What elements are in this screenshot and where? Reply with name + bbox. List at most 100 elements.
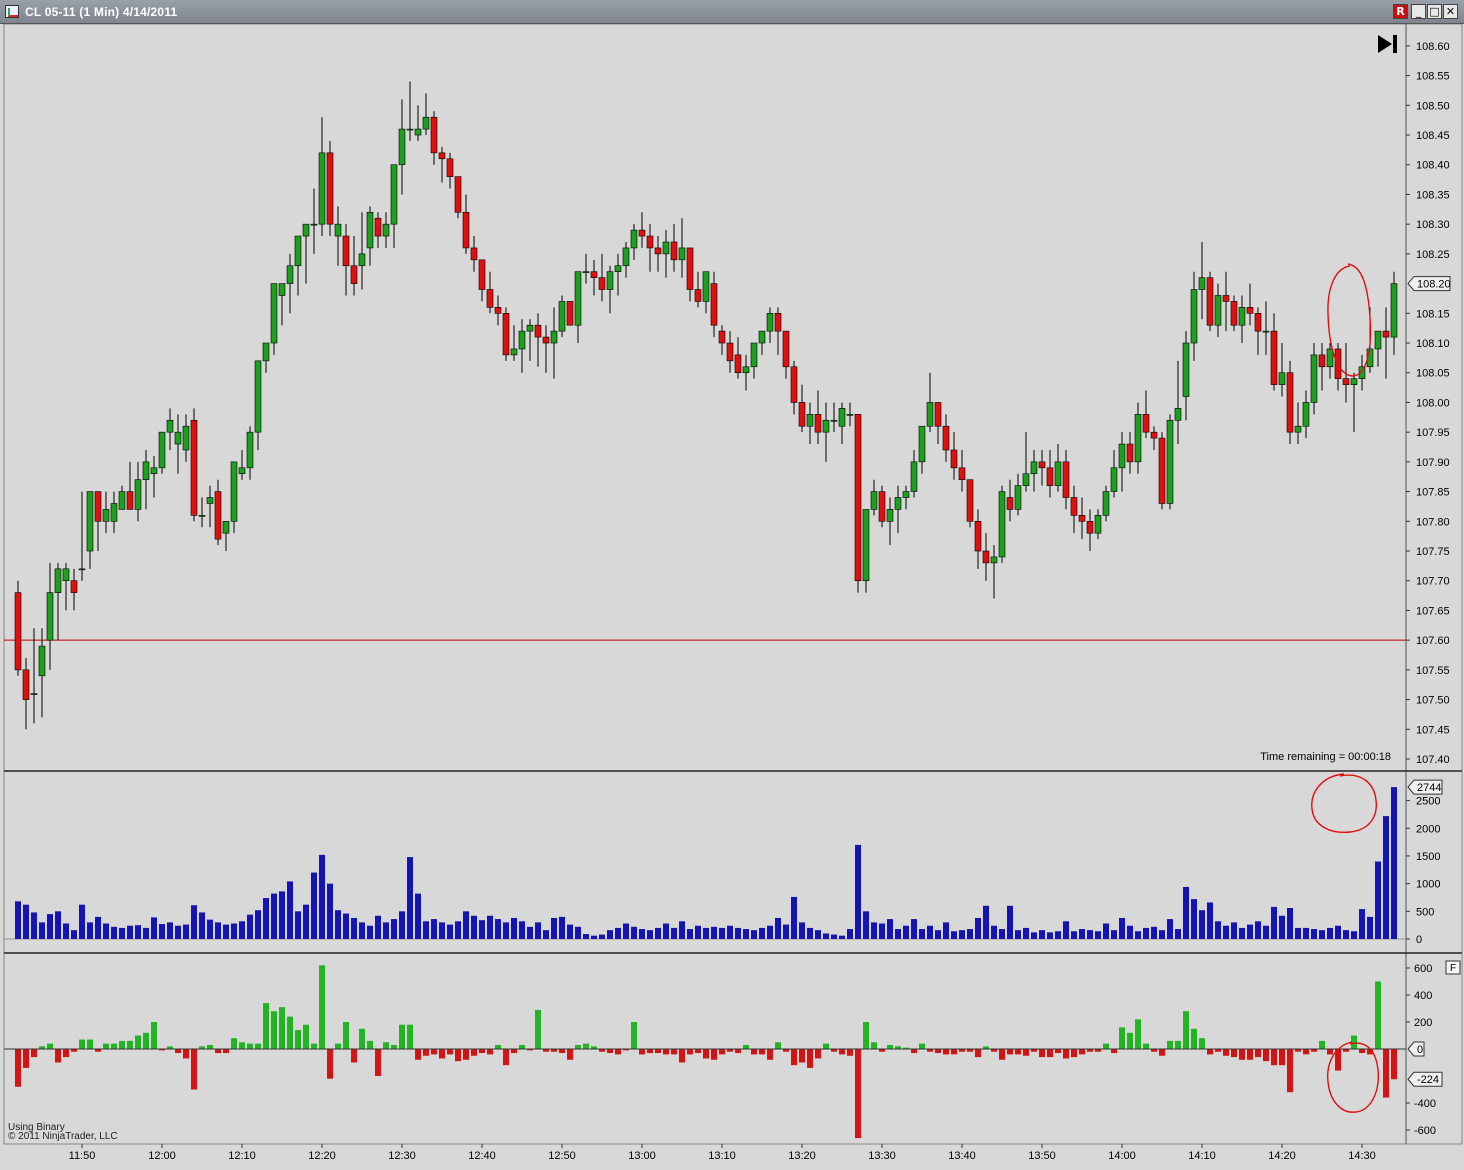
candle-body[interactable]: [510, 348, 518, 356]
candle-body[interactable]: [838, 408, 846, 427]
candle-body[interactable]: [606, 271, 614, 290]
candle-body[interactable]: [1310, 354, 1318, 403]
candle-body[interactable]: [318, 152, 326, 225]
candle-body[interactable]: [366, 211, 374, 249]
candle-body[interactable]: [526, 324, 534, 332]
candle-body[interactable]: [86, 491, 94, 552]
candle-body[interactable]: [286, 265, 294, 284]
candle-body[interactable]: [822, 419, 830, 433]
candle-body[interactable]: [1174, 408, 1182, 421]
candle-body[interactable]: [1038, 461, 1046, 469]
candle-body[interactable]: [1254, 313, 1262, 332]
candle-body[interactable]: [126, 491, 134, 510]
candle-body[interactable]: [798, 402, 806, 427]
candle-body[interactable]: [1342, 378, 1350, 385]
candle-body[interactable]: [302, 223, 310, 237]
candle-body[interactable]: [142, 461, 150, 480]
candle-body[interactable]: [150, 467, 158, 475]
candle-body[interactable]: [614, 265, 622, 273]
candle-body[interactable]: [326, 152, 334, 225]
candle-body[interactable]: [846, 414, 854, 416]
candle-body[interactable]: [1102, 491, 1110, 516]
candle-body[interactable]: [134, 479, 142, 510]
candle-body[interactable]: [30, 693, 38, 695]
candle-body[interactable]: [222, 520, 230, 534]
candle-body[interactable]: [758, 330, 766, 344]
candle-body[interactable]: [830, 419, 838, 422]
candle-body[interactable]: [1222, 295, 1230, 302]
candle-body[interactable]: [382, 223, 390, 237]
candle-body[interactable]: [102, 509, 110, 522]
candle-body[interactable]: [790, 366, 798, 403]
candle-body[interactable]: [454, 176, 462, 213]
candle-body[interactable]: [742, 366, 750, 374]
candle-body[interactable]: [974, 520, 982, 552]
candle-body[interactable]: [894, 497, 902, 510]
candle-body[interactable]: [918, 425, 926, 463]
candle-body[interactable]: [398, 128, 406, 166]
candle-body[interactable]: [566, 301, 574, 326]
close-button[interactable]: ✕: [1443, 4, 1458, 19]
candle-body[interactable]: [246, 431, 254, 469]
candle-body[interactable]: [470, 247, 478, 261]
candle-body[interactable]: [638, 229, 646, 237]
candle-body[interactable]: [1206, 277, 1214, 326]
candle-body[interactable]: [1014, 485, 1022, 510]
candle-body[interactable]: [1198, 277, 1206, 290]
candle-body[interactable]: [62, 568, 70, 582]
candle-body[interactable]: [310, 223, 318, 226]
candle-body[interactable]: [22, 669, 30, 700]
candle-body[interactable]: [734, 354, 742, 374]
candle-body[interactable]: [862, 509, 870, 582]
r-button[interactable]: R: [1393, 4, 1408, 19]
candle-body[interactable]: [494, 307, 502, 314]
candle-body[interactable]: [518, 330, 526, 350]
candle-body[interactable]: [1134, 414, 1142, 463]
candle-body[interactable]: [190, 419, 198, 516]
candle-body[interactable]: [990, 556, 998, 564]
candle-body[interactable]: [582, 271, 590, 274]
candle-body[interactable]: [1046, 467, 1054, 486]
candle-body[interactable]: [678, 247, 686, 261]
candle-body[interactable]: [502, 313, 510, 356]
candle-body[interactable]: [238, 467, 246, 475]
candle-body[interactable]: [598, 277, 606, 290]
candle-body[interactable]: [430, 116, 438, 154]
candle-body[interactable]: [182, 425, 190, 451]
candle-body[interactable]: [1150, 431, 1158, 439]
candle-body[interactable]: [942, 425, 950, 451]
candle-body[interactable]: [342, 235, 350, 267]
candle-body[interactable]: [950, 449, 958, 469]
candle-body[interactable]: [1006, 497, 1014, 510]
candle-body[interactable]: [230, 461, 238, 522]
candle-body[interactable]: [1230, 301, 1238, 326]
candle-body[interactable]: [902, 491, 910, 498]
candle-body[interactable]: [558, 301, 566, 332]
candle-body[interactable]: [910, 461, 918, 492]
candle-body[interactable]: [270, 283, 278, 344]
candle-body[interactable]: [254, 360, 262, 433]
candle-body[interactable]: [478, 259, 486, 290]
candle-body[interactable]: [1302, 402, 1310, 427]
candle-body[interactable]: [1182, 342, 1190, 397]
candle-body[interactable]: [462, 211, 470, 249]
candle-body[interactable]: [646, 235, 654, 249]
candle-body[interactable]: [206, 497, 214, 504]
candle-body[interactable]: [1286, 372, 1294, 433]
candle-body[interactable]: [630, 229, 638, 249]
candle-body[interactable]: [1294, 425, 1302, 433]
candle-body[interactable]: [702, 271, 710, 302]
candle-body[interactable]: [886, 509, 894, 522]
candle-body[interactable]: [94, 491, 102, 522]
candle-body[interactable]: [534, 324, 542, 338]
candle-body[interactable]: [1350, 378, 1358, 385]
maximize-button[interactable]: □: [1427, 4, 1442, 19]
candle-body[interactable]: [542, 336, 550, 344]
candle-body[interactable]: [806, 414, 814, 427]
chart-canvas[interactable]: 108.60 108.55 108.50 108.45 108.40 108.35 108.…: [0, 24, 1464, 1170]
candle-body[interactable]: [718, 330, 726, 344]
candle-body[interactable]: [726, 342, 734, 362]
candle-body[interactable]: [166, 419, 174, 433]
candle-body[interactable]: [750, 342, 758, 368]
candle-body[interactable]: [926, 402, 934, 427]
